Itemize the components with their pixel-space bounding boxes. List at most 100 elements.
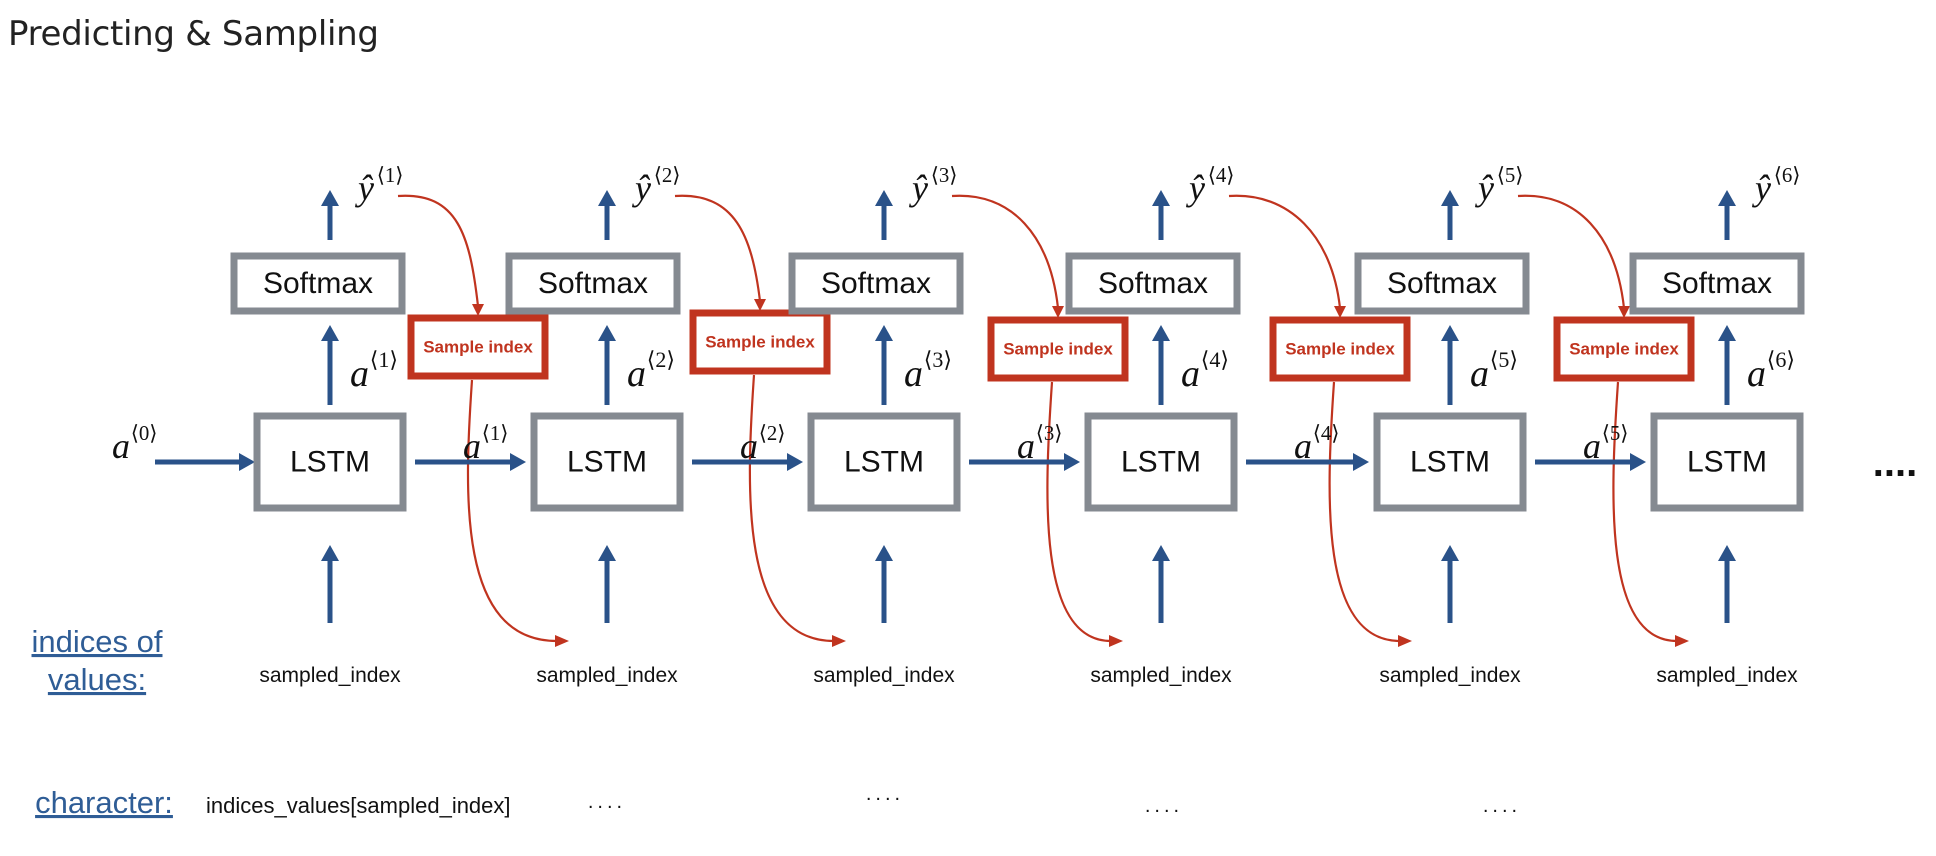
arrow-softmax-to-output	[1441, 190, 1459, 240]
softmax-label: Softmax	[263, 267, 373, 300]
sampling-arrowhead-out	[1675, 635, 1689, 647]
arrow-head	[239, 453, 255, 471]
activation-label-symbol: a	[1470, 353, 1489, 395]
initial-state-label-symbol: a	[112, 426, 130, 466]
activation-label-superscript: ⟨1⟩	[370, 347, 398, 372]
arrow-head	[1152, 545, 1170, 561]
hidden-state-label-symbol: a	[740, 426, 758, 466]
softmax-label: Softmax	[1098, 267, 1208, 300]
activation-label: a ⟨3⟩	[904, 347, 952, 395]
lstm-label: LSTM	[1121, 446, 1201, 479]
hidden-state-label-superscript: ⟨1⟩	[482, 421, 509, 445]
activation-label-symbol: a	[350, 353, 369, 395]
lstm-label: LSTM	[1687, 446, 1767, 479]
arrow-head	[321, 325, 339, 341]
arrow-head	[1152, 190, 1170, 206]
arrow-head	[1630, 453, 1646, 471]
timestep-5: LSTMSoftmaxŷ ⟨5⟩a ⟨5⟩sampled_index....a ⟨5⟩	[1354, 163, 1646, 817]
activation-label: a ⟨4⟩	[1181, 347, 1229, 395]
sampling-arrowhead-out	[1109, 635, 1123, 647]
arrow-head	[598, 545, 616, 561]
character-ellipsis: ....	[1145, 795, 1183, 817]
initial-state-label: a ⟨0⟩	[112, 421, 157, 466]
output-yhat-label: ŷ ⟨2⟩	[632, 163, 680, 208]
sampling-arrowhead-out	[832, 635, 846, 647]
lstm-cell: LSTM	[807, 412, 961, 512]
lstm-cell: LSTM	[530, 412, 684, 512]
activation-label-superscript: ⟨4⟩	[1201, 347, 1229, 372]
hidden-state-label-symbol: a	[463, 426, 481, 466]
sampling-arrowhead-in	[472, 304, 484, 316]
sampling-arrowhead-out	[1398, 635, 1412, 647]
sample-index-label: Sample index	[1285, 340, 1395, 359]
arrow-lstm-to-softmax	[1441, 325, 1459, 405]
character-expression: indices_values[sampled_index]	[206, 793, 511, 818]
arrow-lstm-to-softmax	[321, 325, 339, 405]
output-yhat-label-superscript: ⟨5⟩	[1497, 163, 1524, 187]
softmax-layer: Softmax	[1629, 252, 1805, 315]
lstm-label: LSTM	[567, 446, 647, 479]
arrow-head	[1152, 325, 1170, 341]
arrow-softmax-to-output	[1152, 190, 1170, 240]
arrow-head	[1353, 453, 1369, 471]
hidden-state-label: a ⟨5⟩	[1583, 421, 1628, 466]
output-yhat-label-superscript: ⟨3⟩	[931, 163, 958, 187]
lstm-label: LSTM	[290, 446, 370, 479]
arrow-head	[598, 325, 616, 341]
softmax-label: Softmax	[1387, 267, 1497, 300]
arrow-lstm-to-softmax	[598, 325, 616, 405]
arrow-softmax-to-output	[1718, 190, 1736, 240]
hidden-state-label-symbol: a	[1017, 426, 1035, 466]
sample-index-label: Sample index	[1569, 340, 1679, 359]
sampling-curve-in	[674, 194, 762, 302]
hidden-state-label: a ⟨1⟩	[463, 421, 508, 466]
arrow-head	[1441, 190, 1459, 206]
input-sampled-index-label: sampled_index	[1090, 664, 1232, 687]
timestep-2: LSTMSoftmaxŷ ⟨2⟩a ⟨2⟩sampled_index....a ⟨2⟩	[505, 163, 803, 813]
hidden-state-label-symbol: a	[1583, 426, 1601, 466]
arrow-input-to-lstm	[1718, 545, 1736, 623]
row-label-indices-line1: indices of	[32, 624, 163, 659]
lstm-cell: LSTM	[1084, 412, 1238, 512]
activation-label-symbol: a	[1747, 353, 1766, 395]
sampling-arrowhead-in	[1334, 306, 1346, 318]
input-sampled-index-label: sampled_index	[1656, 664, 1798, 687]
hidden-state-label-superscript: ⟨2⟩	[759, 421, 786, 445]
hidden-state-label-symbol: a	[1294, 426, 1312, 466]
arrow-input-to-lstm	[1152, 545, 1170, 623]
activation-label-superscript: ⟨2⟩	[647, 347, 675, 372]
row-label-indices-line2: values:	[48, 662, 146, 697]
lstm-label: LSTM	[844, 446, 924, 479]
arrow-head	[510, 453, 526, 471]
sampling-curve-in	[1517, 194, 1626, 309]
activation-label-symbol: a	[1181, 353, 1200, 395]
output-yhat-label: ŷ ⟨3⟩	[909, 163, 957, 208]
output-yhat-label-superscript: ⟨2⟩	[654, 163, 681, 187]
initial-state-label-superscript: ⟨0⟩	[131, 421, 158, 445]
arrow-head	[875, 190, 893, 206]
timestep-1: LSTMSoftmaxŷ ⟨1⟩a ⟨1⟩sampled_indexindices_…	[206, 163, 526, 818]
sampling-curve-in	[951, 194, 1060, 309]
hidden-state-label-superscript: ⟨4⟩	[1313, 421, 1340, 445]
arrow-head	[598, 190, 616, 206]
timestep-4: LSTMSoftmaxŷ ⟨4⟩a ⟨4⟩sampled_index....a ⟨4⟩	[1065, 163, 1369, 817]
arrow-head	[321, 190, 339, 206]
sampling-curve-in	[1228, 194, 1342, 309]
sampling-arrowhead-in	[1052, 306, 1064, 318]
output-yhat-label-superscript: ⟨6⟩	[1774, 163, 1801, 187]
softmax-layer: Softmax	[1065, 252, 1241, 315]
arrow-softmax-to-output	[598, 190, 616, 240]
input-sampled-index-label: sampled_index	[813, 664, 955, 687]
activation-label-symbol: a	[904, 353, 923, 395]
sample-index-label: Sample index	[705, 333, 815, 352]
arrow-head	[1718, 545, 1736, 561]
softmax-label: Softmax	[538, 267, 648, 300]
arrow-head	[1718, 325, 1736, 341]
hidden-state-label-superscript: ⟨3⟩	[1036, 421, 1063, 445]
softmax-label: Softmax	[821, 267, 931, 300]
softmax-label: Softmax	[1662, 267, 1772, 300]
softmax-layer: Softmax	[230, 252, 406, 315]
arrow-head	[875, 545, 893, 561]
hidden-state-label: a ⟨4⟩	[1294, 421, 1339, 466]
lstm-cell: LSTM	[1650, 412, 1804, 512]
